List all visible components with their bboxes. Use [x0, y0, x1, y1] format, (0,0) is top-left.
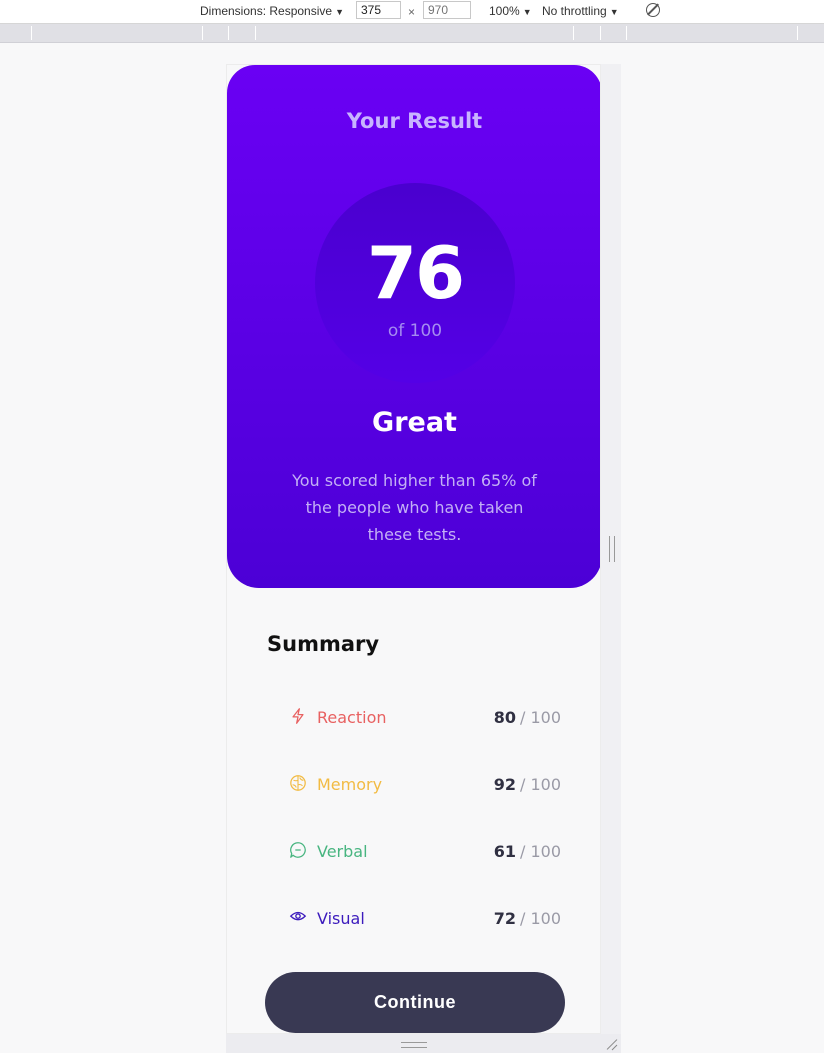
result-title: Your Result	[346, 109, 483, 133]
summary-item-score: 72/ 100	[493, 909, 561, 928]
device-viewport: Your Result 76 of 100 Great You scored h…	[226, 64, 601, 1034]
summary-item-label: Verbal	[317, 842, 368, 861]
chevron-down-icon: ▼	[335, 7, 344, 17]
eye-icon	[289, 911, 307, 921]
rating-description: You scored higher than 65% of the people…	[292, 471, 537, 544]
summary-item-verbal: Verbal 61/ 100	[289, 839, 561, 869]
summary-item-score: 80/ 100	[493, 708, 561, 727]
throttling-dropdown[interactable]: No throttling ▼	[542, 4, 619, 18]
zoom-dropdown[interactable]: 100% ▼	[489, 4, 532, 18]
speech-bubble-icon	[290, 842, 306, 858]
resize-handle-bottom[interactable]	[401, 1042, 427, 1048]
summary-title: Summary	[267, 632, 380, 656]
media-query-bar[interactable]	[0, 24, 824, 43]
throttling-label: No throttling	[542, 4, 607, 18]
result-card: Your Result 76 of 100 Great You scored h…	[227, 65, 600, 588]
summary-item-label: Reaction	[317, 708, 387, 727]
chevron-down-icon: ▼	[609, 7, 619, 17]
times-sign: ×	[408, 5, 416, 19]
summary-item-label: Visual	[317, 909, 365, 928]
lightning-icon	[292, 708, 304, 724]
summary-item-score: 92/ 100	[493, 775, 561, 794]
summary-item-score: 61/ 100	[493, 842, 561, 861]
dimensions-label: Dimensions: Responsive	[200, 4, 333, 18]
brain-icon	[290, 775, 306, 791]
summary-item-memory: Memory 92/ 100	[289, 772, 561, 802]
resize-handle-corner[interactable]	[604, 1037, 618, 1051]
height-input[interactable]	[423, 1, 471, 19]
score-total: of 100	[387, 321, 443, 341]
score-circle: 76 of 100	[315, 183, 515, 383]
zoom-label: 100%	[489, 4, 520, 18]
summary-item-label: Memory	[317, 775, 383, 794]
continue-button[interactable]: Continue	[265, 972, 565, 1033]
summary-item-reaction: Reaction 80/ 100	[289, 705, 561, 735]
score-value: 76	[366, 231, 465, 315]
rotate-icon[interactable]	[646, 3, 660, 17]
chevron-down-icon: ▼	[522, 7, 532, 17]
summary-item-visual: Visual 72/ 100	[289, 906, 561, 936]
devtools-toolbar: Dimensions: Responsive▼ × 100%▼ No throt…	[0, 0, 824, 24]
resize-handle-right[interactable]	[609, 536, 615, 562]
dimensions-dropdown[interactable]: Dimensions: Responsive ▼	[200, 4, 344, 18]
width-input[interactable]	[356, 1, 401, 19]
rating-label: Great	[372, 407, 457, 438]
